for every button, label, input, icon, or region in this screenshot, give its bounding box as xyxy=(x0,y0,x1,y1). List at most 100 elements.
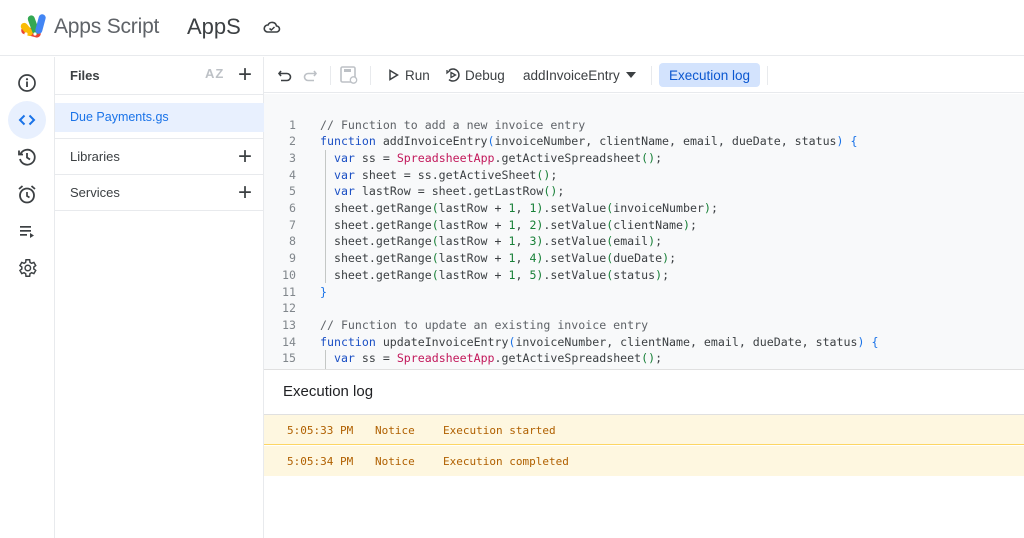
rail-executions-button[interactable] xyxy=(8,138,46,176)
code-text: // Function to update an existing invoic… xyxy=(320,317,649,332)
rail-settings-button[interactable] xyxy=(8,249,46,287)
code-line[interactable]: 3 var ss = SpreadsheetApp.getActiveSprea… xyxy=(264,150,1024,167)
files-title: Files xyxy=(70,68,100,83)
rail-executions-list-button[interactable] xyxy=(8,212,46,250)
alarm-icon xyxy=(18,185,36,204)
run-button[interactable]: Run xyxy=(388,57,430,93)
save-button[interactable] xyxy=(339,57,359,93)
line-number: 8 xyxy=(289,234,296,249)
code-line[interactable]: 12 xyxy=(264,300,1024,317)
code-line[interactable]: 6 sheet.getRange(lastRow + 1, 1).setValu… xyxy=(264,200,1024,217)
code-line[interactable]: 5 var lastRow = sheet.getLastRow(); xyxy=(264,183,1024,200)
sort-az-icon[interactable]: AZ xyxy=(205,66,224,81)
code-line[interactable]: 7 sheet.getRange(lastRow + 1, 2).setValu… xyxy=(264,217,1024,234)
line-number: 3 xyxy=(289,150,296,165)
code-text: sheet.getRange(lastRow + 1, 5).setValue(… xyxy=(320,267,670,282)
execution-log-panel: Execution log 5:05:33 PM Notice Executio… xyxy=(264,370,1024,538)
add-service-button[interactable]: + xyxy=(235,181,255,205)
files-panel: Files AZ + Due Payments.gs Libraries + S… xyxy=(55,57,264,538)
file-item[interactable]: Due Payments.gs xyxy=(55,103,264,132)
code-text: // Function to add a new invoice entry xyxy=(320,117,586,132)
code-icon xyxy=(18,114,36,126)
function-select[interactable]: addInvoiceEntry xyxy=(523,57,636,93)
code-text: function addInvoiceEntry(invoiceNumber, … xyxy=(320,134,858,149)
line-number: 11 xyxy=(282,284,296,299)
project-title[interactable]: AppS xyxy=(187,14,241,40)
log-level: Notice xyxy=(375,455,415,468)
debug-button[interactable]: Debug xyxy=(445,57,505,93)
execution-log-button[interactable]: Execution log xyxy=(659,63,760,87)
services-label: Services xyxy=(70,185,120,200)
apps-script-logo xyxy=(20,14,46,38)
services-section[interactable]: Services + xyxy=(55,174,264,210)
log-time: 5:05:33 PM xyxy=(287,424,354,437)
code-line[interactable]: 2 function addInvoiceEntry(invoiceNumber,… xyxy=(264,133,1024,150)
line-number: 4 xyxy=(289,167,296,182)
line-number: 2 xyxy=(289,134,296,149)
code-line[interactable]: 4 var sheet = ss.getActiveSheet(); xyxy=(264,167,1024,184)
code-line[interactable]: 9 sheet.getRange(lastRow + 1, 4).setValu… xyxy=(264,250,1024,267)
code-line[interactable]: 14 function updateInvoiceEntry(invoiceNum… xyxy=(264,334,1024,351)
code-text: sheet.getRange(lastRow + 1, 4).setValue(… xyxy=(320,251,677,266)
code-text: sheet.getRange(lastRow + 1, 3).setValue(… xyxy=(320,234,663,249)
editor-toolbar: Run Debug addInvoiceEntry Execution log xyxy=(264,57,1024,93)
log-message: Execution started xyxy=(443,424,556,437)
rail-overview-button[interactable] xyxy=(8,64,46,102)
files-header: Files AZ + xyxy=(55,57,264,95)
line-number: 5 xyxy=(289,184,296,199)
app-name[interactable]: Apps Script xyxy=(54,15,159,39)
libraries-label: Libraries xyxy=(70,149,120,164)
code-line[interactable]: 8 sheet.getRange(lastRow + 1, 3).setValu… xyxy=(264,233,1024,250)
rail-editor-button[interactable] xyxy=(8,101,46,139)
gear-icon xyxy=(18,259,37,277)
log-time: 5:05:34 PM xyxy=(287,455,354,468)
history-icon xyxy=(18,148,36,166)
indent-guide xyxy=(325,350,326,369)
line-number: 13 xyxy=(282,317,296,332)
rail-triggers-button[interactable] xyxy=(8,175,46,213)
line-number: 1 xyxy=(289,117,296,132)
line-number: 15 xyxy=(282,351,296,366)
redo-button[interactable] xyxy=(302,57,318,93)
line-number: 6 xyxy=(289,201,296,215)
file-name: Due Payments.gs xyxy=(70,110,169,124)
code-text: var sheet = ss.getActiveSheet(); xyxy=(333,167,558,182)
toolbar-divider xyxy=(767,66,768,85)
line-number: 9 xyxy=(289,251,296,266)
execution-log-title: Execution log xyxy=(283,383,374,400)
debug-label: Debug xyxy=(465,67,505,83)
line-number: 12 xyxy=(282,301,296,316)
code-text: } xyxy=(320,284,327,299)
log-level: Notice xyxy=(375,424,415,437)
add-library-button[interactable]: + xyxy=(235,145,255,169)
dropdown-arrow-icon xyxy=(625,72,636,78)
redo-icon xyxy=(303,70,318,82)
save-drive-icon xyxy=(340,66,358,84)
cloud-saved-icon xyxy=(263,21,281,33)
indent-guide xyxy=(325,149,326,284)
add-file-button[interactable]: + xyxy=(235,63,255,87)
code-line[interactable]: 13 // Function to update an existing invo… xyxy=(264,317,1024,334)
libraries-section[interactable]: Libraries + xyxy=(55,138,264,174)
function-select-value: addInvoiceEntry xyxy=(523,67,620,83)
play-icon xyxy=(389,69,399,81)
log-entry: 5:05:34 PM Notice Execution completed xyxy=(264,446,1024,476)
log-message: Execution completed xyxy=(443,455,569,468)
line-number: 7 xyxy=(289,217,296,232)
undo-icon xyxy=(277,70,292,82)
divider xyxy=(55,210,264,211)
code-line[interactable]: 1 // Function to add a new invoice entry xyxy=(264,117,1024,134)
undo-button[interactable] xyxy=(277,57,293,93)
code-editor[interactable]: 1// Function to add a new invoice entry 2… xyxy=(264,94,1024,370)
code-line[interactable]: 11} xyxy=(264,284,1024,301)
code-text: sheet.getRange(lastRow + 1, 1).setValue(… xyxy=(320,201,718,215)
info-icon xyxy=(18,74,36,92)
code-line[interactable]: 15 var ss = SpreadsheetApp.getActiveSpre… xyxy=(264,350,1024,367)
debug-icon xyxy=(446,68,460,82)
code-line[interactable]: 10 sheet.getRange(lastRow + 1, 5).setVal… xyxy=(264,267,1024,284)
code-text: var ss = SpreadsheetApp.getActiveSpreads… xyxy=(333,351,663,366)
top-header: Apps Script AppS xyxy=(0,0,1024,56)
line-number: 14 xyxy=(282,334,296,349)
log-entry: 5:05:33 PM Notice Execution started xyxy=(264,415,1024,445)
playlist-play-icon xyxy=(20,226,34,238)
